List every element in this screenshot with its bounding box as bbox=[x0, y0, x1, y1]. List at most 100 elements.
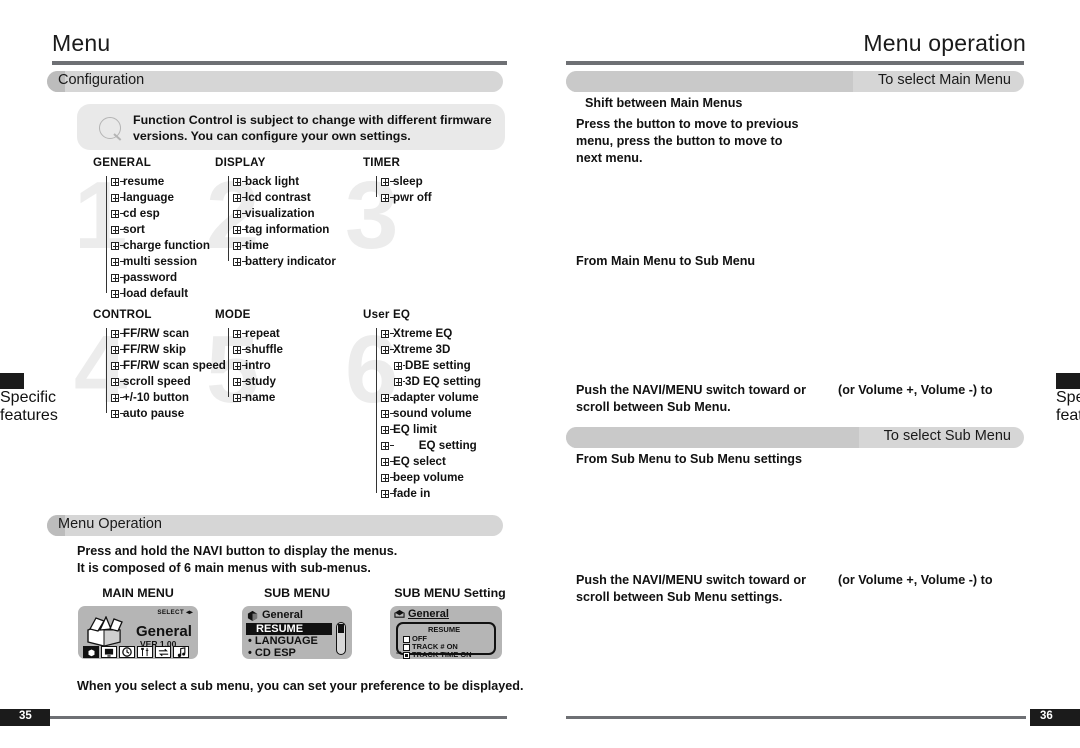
expand-plus-icon[interactable] bbox=[394, 362, 402, 370]
menu-item[interactable]: visualization bbox=[225, 206, 343, 222]
menu-item[interactable]: battery indicator bbox=[225, 254, 343, 270]
menu-item[interactable]: cd esp bbox=[103, 206, 213, 222]
expand-plus-icon[interactable] bbox=[111, 330, 119, 338]
expand-plus-icon[interactable] bbox=[111, 410, 119, 418]
expand-plus-icon[interactable] bbox=[381, 178, 389, 186]
setting-panel: RESUME OFF TRACK # ON TRACK TIME ON ⇒ bbox=[396, 622, 496, 659]
menu-item[interactable]: charge function bbox=[103, 238, 213, 254]
expand-plus-icon[interactable] bbox=[111, 194, 119, 202]
menu-item[interactable]: sleep bbox=[373, 174, 483, 190]
clock-icon[interactable] bbox=[119, 646, 135, 658]
expand-plus-icon[interactable] bbox=[111, 242, 119, 250]
expand-plus-icon[interactable] bbox=[233, 194, 241, 202]
expand-plus-icon[interactable] bbox=[381, 474, 389, 482]
menu-item[interactable]: time bbox=[225, 238, 343, 254]
expand-plus-icon[interactable] bbox=[381, 458, 389, 466]
expand-plus-icon[interactable] bbox=[381, 490, 389, 498]
expand-plus-icon[interactable] bbox=[233, 258, 241, 266]
expand-plus-icon[interactable] bbox=[111, 274, 119, 282]
expand-plus-icon[interactable] bbox=[381, 330, 389, 338]
menu-item[interactable]: pwr off bbox=[373, 190, 483, 206]
menu-item[interactable]: study bbox=[225, 374, 335, 390]
menu-item[interactable]: DBE setting bbox=[373, 358, 493, 374]
expand-plus-icon[interactable] bbox=[381, 194, 389, 202]
lcd-sub-row-1[interactable]: • LANGUAGE bbox=[248, 635, 318, 647]
menu-item[interactable]: language bbox=[103, 190, 213, 206]
tree-dash bbox=[120, 381, 124, 383]
monitor-icon[interactable] bbox=[101, 646, 117, 658]
menu-item[interactable]: password bbox=[103, 270, 213, 286]
menu-item-label: 3D EQ setting bbox=[405, 375, 482, 388]
expand-plus-icon[interactable] bbox=[381, 426, 389, 434]
menu-item-label: name bbox=[245, 391, 276, 404]
repeat-icon[interactable] bbox=[155, 646, 171, 658]
menu-item[interactable]: FF/RW scan bbox=[103, 326, 219, 342]
menu-item[interactable]: +/-10 button bbox=[103, 390, 219, 406]
footer-bar-left: 35 bbox=[0, 709, 50, 726]
expand-plus-icon[interactable] bbox=[233, 330, 241, 338]
expand-plus-icon[interactable] bbox=[233, 226, 241, 234]
note-icon[interactable] bbox=[173, 646, 189, 658]
scrollbar[interactable] bbox=[336, 622, 346, 655]
expand-plus-icon[interactable] bbox=[111, 210, 119, 218]
expand-plus-icon[interactable] bbox=[111, 226, 119, 234]
menu-item[interactable]: auto pause bbox=[103, 406, 219, 422]
menu-item[interactable]: lcd contrast bbox=[225, 190, 343, 206]
menu-item[interactable]: 3D EQ setting bbox=[373, 374, 493, 390]
menu-item-label: visualization bbox=[245, 207, 315, 220]
expand-plus-icon[interactable] bbox=[111, 178, 119, 186]
lcd-setting-small[interactable]: General RESUME OFF TRACK # ON TRACK TIME… bbox=[390, 606, 502, 659]
menu-item[interactable]: FF/RW scan speed bbox=[103, 358, 226, 374]
menu-item[interactable]: EQ setting bbox=[373, 438, 493, 454]
lcd-sub-menu-small[interactable]: General RESUME ▸ • LANGUAGE • CD ESP bbox=[242, 606, 352, 659]
expand-plus-icon[interactable] bbox=[111, 362, 119, 370]
lcd-main-menu-small[interactable]: SELECT ◂▸ General VER 1.00 bbox=[78, 606, 198, 659]
menu-item[interactable]: FF/RW skip bbox=[103, 342, 219, 358]
menu-item[interactable]: sound volume bbox=[373, 406, 493, 422]
menu-item[interactable]: load default bbox=[103, 286, 213, 302]
expand-plus-icon[interactable] bbox=[111, 346, 119, 354]
expand-plus-icon[interactable] bbox=[233, 242, 241, 250]
menu-item[interactable]: Xtreme EQ bbox=[373, 326, 493, 342]
menu-item[interactable]: intro bbox=[225, 358, 335, 374]
operation-intro: Press and hold the NAVI button to displa… bbox=[77, 544, 398, 575]
menu-item[interactable]: multi session bbox=[103, 254, 213, 270]
menu-item[interactable]: repeat bbox=[225, 326, 335, 342]
menu-item[interactable]: beep volume bbox=[373, 470, 493, 486]
page-title-left: Menu bbox=[52, 30, 111, 56]
expand-plus-icon[interactable] bbox=[111, 394, 119, 402]
expand-plus-icon[interactable] bbox=[381, 346, 389, 354]
menu-item[interactable]: EQ select bbox=[373, 454, 493, 470]
lcd-sub-row-2[interactable]: • CD ESP bbox=[248, 647, 296, 659]
tools-icon[interactable] bbox=[137, 646, 153, 658]
menu-item[interactable]: tag information bbox=[225, 222, 343, 238]
tree-dash bbox=[390, 461, 394, 463]
expand-plus-icon[interactable] bbox=[233, 362, 241, 370]
expand-plus-icon[interactable] bbox=[111, 258, 119, 266]
box-icon[interactable] bbox=[83, 646, 99, 658]
expand-plus-icon[interactable] bbox=[233, 378, 241, 386]
menu-item[interactable]: adapter volume bbox=[373, 390, 493, 406]
menu-item[interactable]: name bbox=[225, 390, 335, 406]
setting-option-2[interactable]: TRACK TIME ON bbox=[403, 650, 472, 659]
menu-item[interactable]: back light bbox=[225, 174, 343, 190]
menu-item[interactable]: Xtreme 3D bbox=[373, 342, 493, 358]
expand-plus-icon[interactable] bbox=[381, 442, 389, 450]
expand-plus-icon[interactable] bbox=[233, 394, 241, 402]
menu-item[interactable]: EQ limit bbox=[373, 422, 493, 438]
expand-plus-icon[interactable] bbox=[381, 394, 389, 402]
expand-plus-icon[interactable] bbox=[233, 210, 241, 218]
expand-plus-icon[interactable] bbox=[394, 378, 402, 386]
expand-plus-icon[interactable] bbox=[111, 290, 119, 298]
expand-plus-icon[interactable] bbox=[381, 410, 389, 418]
menu-item[interactable]: fade in bbox=[373, 486, 493, 502]
lcd-sub-row-0[interactable]: RESUME bbox=[246, 623, 332, 635]
menu-item[interactable]: shuffle bbox=[225, 342, 335, 358]
expand-plus-icon[interactable] bbox=[233, 346, 241, 354]
expand-plus-icon[interactable] bbox=[233, 178, 241, 186]
menu-item[interactable]: resume bbox=[103, 174, 213, 190]
menu-item[interactable]: scroll speed bbox=[103, 374, 219, 390]
menu-item[interactable]: sort bbox=[103, 222, 213, 238]
expand-plus-icon[interactable] bbox=[111, 378, 119, 386]
checkbox-track-time[interactable] bbox=[403, 651, 410, 659]
